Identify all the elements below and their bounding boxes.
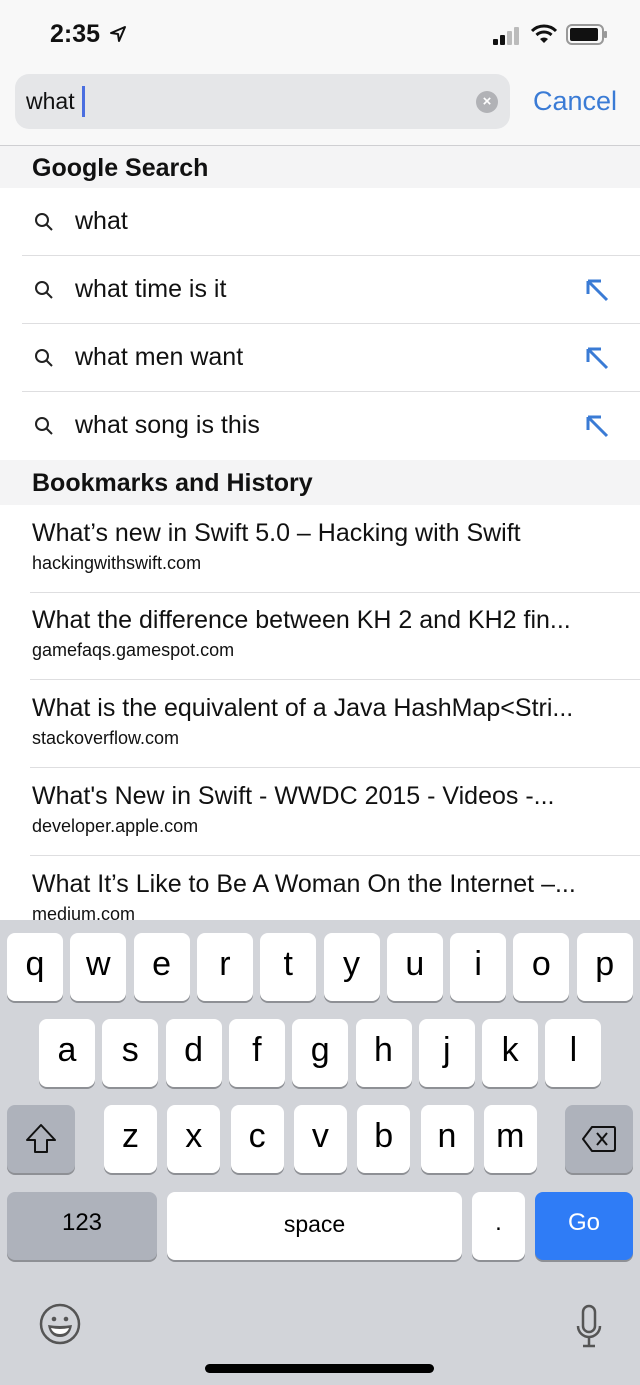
key-k[interactable]: k — [482, 1019, 539, 1087]
history-row[interactable]: What’s new in Swift 5.0 – Hacking with S… — [0, 505, 640, 593]
key-n[interactable]: n — [420, 1105, 474, 1173]
backspace-icon — [582, 1126, 616, 1152]
key-l[interactable]: l — [545, 1019, 602, 1087]
history-title: What is the equivalent of a Java HashMap… — [32, 694, 574, 722]
key-c[interactable]: c — [230, 1105, 284, 1173]
key-t[interactable]: t — [260, 933, 317, 1001]
suggestion-row[interactable]: what song is this — [0, 392, 640, 460]
suggestion-row[interactable]: what time is it — [0, 256, 640, 324]
delete-key[interactable] — [565, 1105, 633, 1173]
emoji-icon[interactable] — [39, 1303, 81, 1345]
key-q[interactable]: q — [7, 933, 63, 1001]
fill-arrow-icon[interactable] — [584, 345, 610, 371]
key-m[interactable]: m — [483, 1105, 537, 1173]
numbers-key[interactable]: 123 — [7, 1192, 157, 1260]
key-h[interactable]: h — [355, 1019, 412, 1087]
key-d[interactable]: d — [165, 1019, 222, 1087]
period-key[interactable]: . — [472, 1192, 525, 1260]
history-domain: gamefaqs.gamespot.com — [32, 640, 235, 660]
history-domain: stackoverflow.com — [32, 728, 180, 748]
suggestion-text: what — [75, 207, 128, 235]
search-icon — [35, 213, 53, 231]
fill-arrow-icon[interactable] — [584, 277, 610, 303]
search-icon — [35, 281, 53, 299]
key-f[interactable]: f — [228, 1019, 285, 1087]
section-header-google: Google Search — [0, 146, 640, 188]
keyboard: q w e r t y u i o p a s d f g h j k l z x c v b n m 123 space. Go — [0, 920, 640, 1385]
history-row[interactable]: What is the equivalent of a Java HashMap… — [0, 680, 640, 768]
key-e[interactable]: e — [133, 933, 190, 1001]
search-input-value: what — [26, 88, 75, 114]
key-a[interactable]: a — [39, 1019, 95, 1087]
shift-icon — [26, 1124, 56, 1153]
suggestion-row[interactable]: what men want — [0, 324, 640, 392]
suggestion-text: what time is it — [75, 275, 227, 303]
section-header-history: Bookmarks and History — [0, 460, 640, 505]
location-arrow-icon — [110, 26, 126, 42]
key-b[interactable]: b — [357, 1105, 411, 1173]
wifi-icon — [531, 24, 557, 43]
clear-icon[interactable]: × — [476, 91, 498, 113]
history-row[interactable]: What the difference between KH 2 and KH2… — [0, 592, 640, 680]
key-s[interactable]: s — [102, 1019, 159, 1087]
history-domain: medium.com — [32, 904, 136, 920]
search-icon — [35, 349, 53, 367]
key-p[interactable]: p — [576, 933, 633, 1001]
battery-icon — [566, 24, 607, 45]
cellular-signal-icon — [493, 27, 519, 45]
key-u[interactable]: u — [386, 933, 443, 1001]
top-bar: 2:35 what × Cancel — [0, 0, 640, 146]
search-input[interactable]: what × — [15, 74, 510, 129]
suggestion-row[interactable]: what — [0, 188, 640, 256]
history-domain: hackingwithswift.com — [32, 553, 202, 573]
key-w[interactable]: w — [70, 933, 127, 1001]
key-i[interactable]: i — [450, 933, 507, 1001]
key-g[interactable]: g — [292, 1019, 349, 1087]
suggestion-text: what men want — [75, 343, 244, 371]
status-time: 2:35 — [50, 20, 101, 48]
history-title: What the difference between KH 2 and KH2… — [32, 606, 571, 634]
history-row[interactable]: What's New in Swift - WWDC 2015 - Videos… — [0, 768, 640, 856]
shift-key[interactable] — [7, 1105, 75, 1173]
key-v[interactable]: v — [293, 1105, 347, 1173]
history-domain: developer.apple.com — [32, 816, 199, 836]
microphone-icon[interactable] — [576, 1304, 602, 1350]
search-icon — [35, 417, 53, 435]
history-row[interactable]: What It’s Like to Be A Woman On the Inte… — [0, 856, 640, 920]
space-key[interactable]: space — [167, 1192, 462, 1260]
history-title: What’s new in Swift 5.0 – Hacking with S… — [32, 519, 521, 547]
key-x[interactable]: x — [167, 1105, 221, 1173]
cancel-button[interactable]: Cancel — [533, 86, 617, 117]
key-j[interactable]: j — [418, 1019, 475, 1087]
text-caret — [82, 86, 85, 117]
suggestion-text: what song is this — [75, 411, 260, 439]
history-title: What's New in Swift - WWDC 2015 - Videos… — [32, 782, 555, 810]
history-title: What It’s Like to Be A Woman On the Inte… — [32, 870, 576, 898]
key-y[interactable]: y — [323, 933, 380, 1001]
key-o[interactable]: o — [513, 933, 570, 1001]
go-key[interactable]: Go — [535, 1192, 633, 1260]
key-z[interactable]: z — [104, 1105, 157, 1173]
home-indicator — [205, 1364, 434, 1373]
key-r[interactable]: r — [196, 933, 253, 1001]
fill-arrow-icon[interactable] — [584, 413, 610, 439]
